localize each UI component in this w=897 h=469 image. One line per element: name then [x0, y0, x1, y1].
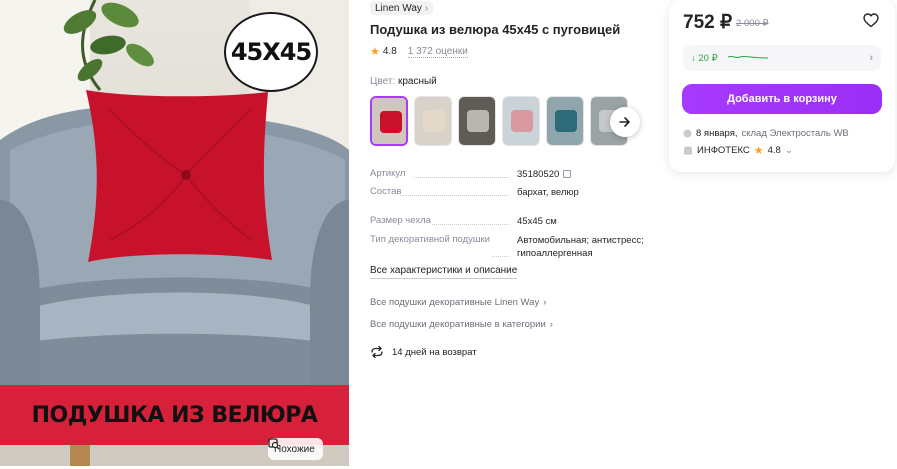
spec-row-composition: Состав бархат, велюр: [370, 186, 647, 199]
spec-key: Тип декоративной подушки: [370, 234, 490, 245]
thumbnail-pillow: [380, 111, 402, 133]
delivery-info: 8 января, склад Электросталь WB: [683, 128, 849, 139]
seller-link[interactable]: ИНФОТЕКС ★ 4.8 ⌄: [683, 144, 793, 157]
delivery-place: склад Электросталь WB: [741, 128, 849, 139]
spec-key: Артикул: [370, 168, 406, 179]
thumbnail-pillow: [467, 110, 489, 132]
old-price: 2 000 ₽: [736, 18, 769, 29]
color-thumbnail-grey[interactable]: [458, 96, 496, 146]
brand-category-label: Все подушки декоративные Linen Way: [370, 297, 540, 308]
thumbnail-pillow: [511, 110, 533, 132]
chevron-right-icon: ›: [543, 297, 547, 308]
spec-value: Автомобильная; антистресс; гипоаллергенн…: [517, 235, 644, 259]
seller-rating: 4.8: [767, 145, 781, 156]
price: 752 ₽: [683, 12, 733, 33]
delivery-date: 8 января,: [696, 128, 738, 139]
price-history-widget[interactable]: ↓ 20 ₽ ›: [683, 45, 881, 71]
chevron-right-icon: ›: [549, 319, 553, 330]
color-thumbnail-beige[interactable]: [414, 96, 452, 146]
brand-category-link[interactable]: Все подушки декоративные Linen Way ›: [370, 297, 546, 308]
star-icon: ★: [370, 46, 380, 58]
seller-name: ИНФОТЕКС: [697, 145, 750, 156]
brand-name: Linen Way: [375, 2, 422, 14]
color-label: Цвет: красный: [370, 76, 437, 87]
rating-value: 4.8: [382, 46, 397, 57]
product-title: Подушка из велюра 45х45 с пуговицей: [370, 22, 621, 37]
chevron-down-icon: ⌄: [784, 145, 793, 156]
star-icon: ★: [753, 145, 764, 157]
photo-banner: ПОДУШКА ИЗ ВЕЛЮРА: [0, 385, 349, 445]
return-text: 14 дней на возврат: [392, 346, 477, 358]
spec-row-article: Артикул 35180520: [370, 168, 647, 181]
brand-link[interactable]: Linen Way ›: [370, 1, 434, 15]
product-photo[interactable]: 45X45 ПОДУШКА ИЗ ВЕЛЮРА Похожие: [0, 0, 349, 466]
spec-key: Состав: [370, 186, 402, 197]
similar-search-icon: [268, 438, 280, 450]
thumbnails-next-button[interactable]: [610, 107, 640, 137]
color-thumbnail-teal[interactable]: [546, 96, 584, 146]
copy-icon[interactable]: [563, 170, 572, 179]
thumbnail-pillow: [423, 110, 445, 132]
color-thumbnails: [370, 96, 628, 146]
warehouse-icon: [683, 129, 692, 138]
size-badge: 45X45: [224, 12, 318, 92]
chevron-right-icon: ›: [424, 2, 429, 14]
arrow-right-icon: [619, 117, 630, 127]
color-thumbnail-pink[interactable]: [502, 96, 540, 146]
price-drop-value: ↓ 20 ₽: [691, 52, 718, 64]
spec-value: 35180520: [517, 169, 560, 180]
chevron-right-icon: ›: [869, 52, 873, 64]
rating-row: ★ 4.8 1 372 оценки: [370, 45, 468, 58]
spec-value: 45x45 см: [517, 216, 557, 227]
thumbnail-pillow: [555, 110, 577, 132]
buy-card: 752 ₽ 2 000 ₽ ↓ 20 ₽ › Добавить в корзин…: [669, 0, 895, 172]
category-label: Все подушки декоративные в категории: [370, 319, 546, 330]
pillow-illustration: [86, 90, 272, 262]
spec-row-type: Тип декоративной подушки Автомобильная; …: [370, 234, 647, 260]
return-info: 14 дней на возврат: [370, 346, 477, 358]
spec-row-size: Размер чехла 45x45 см: [370, 215, 647, 228]
add-to-cart-button[interactable]: Добавить в корзину: [682, 84, 882, 114]
return-arrows-icon: [371, 346, 383, 358]
favorite-heart-icon[interactable]: [863, 13, 879, 33]
category-link[interactable]: Все подушки декоративные в категории ›: [370, 319, 553, 330]
color-thumbnail-red[interactable]: [370, 96, 408, 146]
similar-button[interactable]: Похожие: [268, 438, 323, 460]
similar-label: Похожие: [274, 443, 315, 455]
spec-key: Размер чехла: [370, 215, 431, 226]
reviews-link[interactable]: 1 372 оценки: [407, 46, 468, 58]
color-value: красный: [397, 76, 437, 87]
shop-icon: [684, 146, 692, 155]
all-specs-link[interactable]: Все характеристики и описание: [370, 265, 518, 279]
color-label-key: Цвет:: [370, 76, 396, 87]
price-trend-icon: [727, 55, 768, 59]
spec-value: бархат, велюр: [517, 187, 579, 198]
